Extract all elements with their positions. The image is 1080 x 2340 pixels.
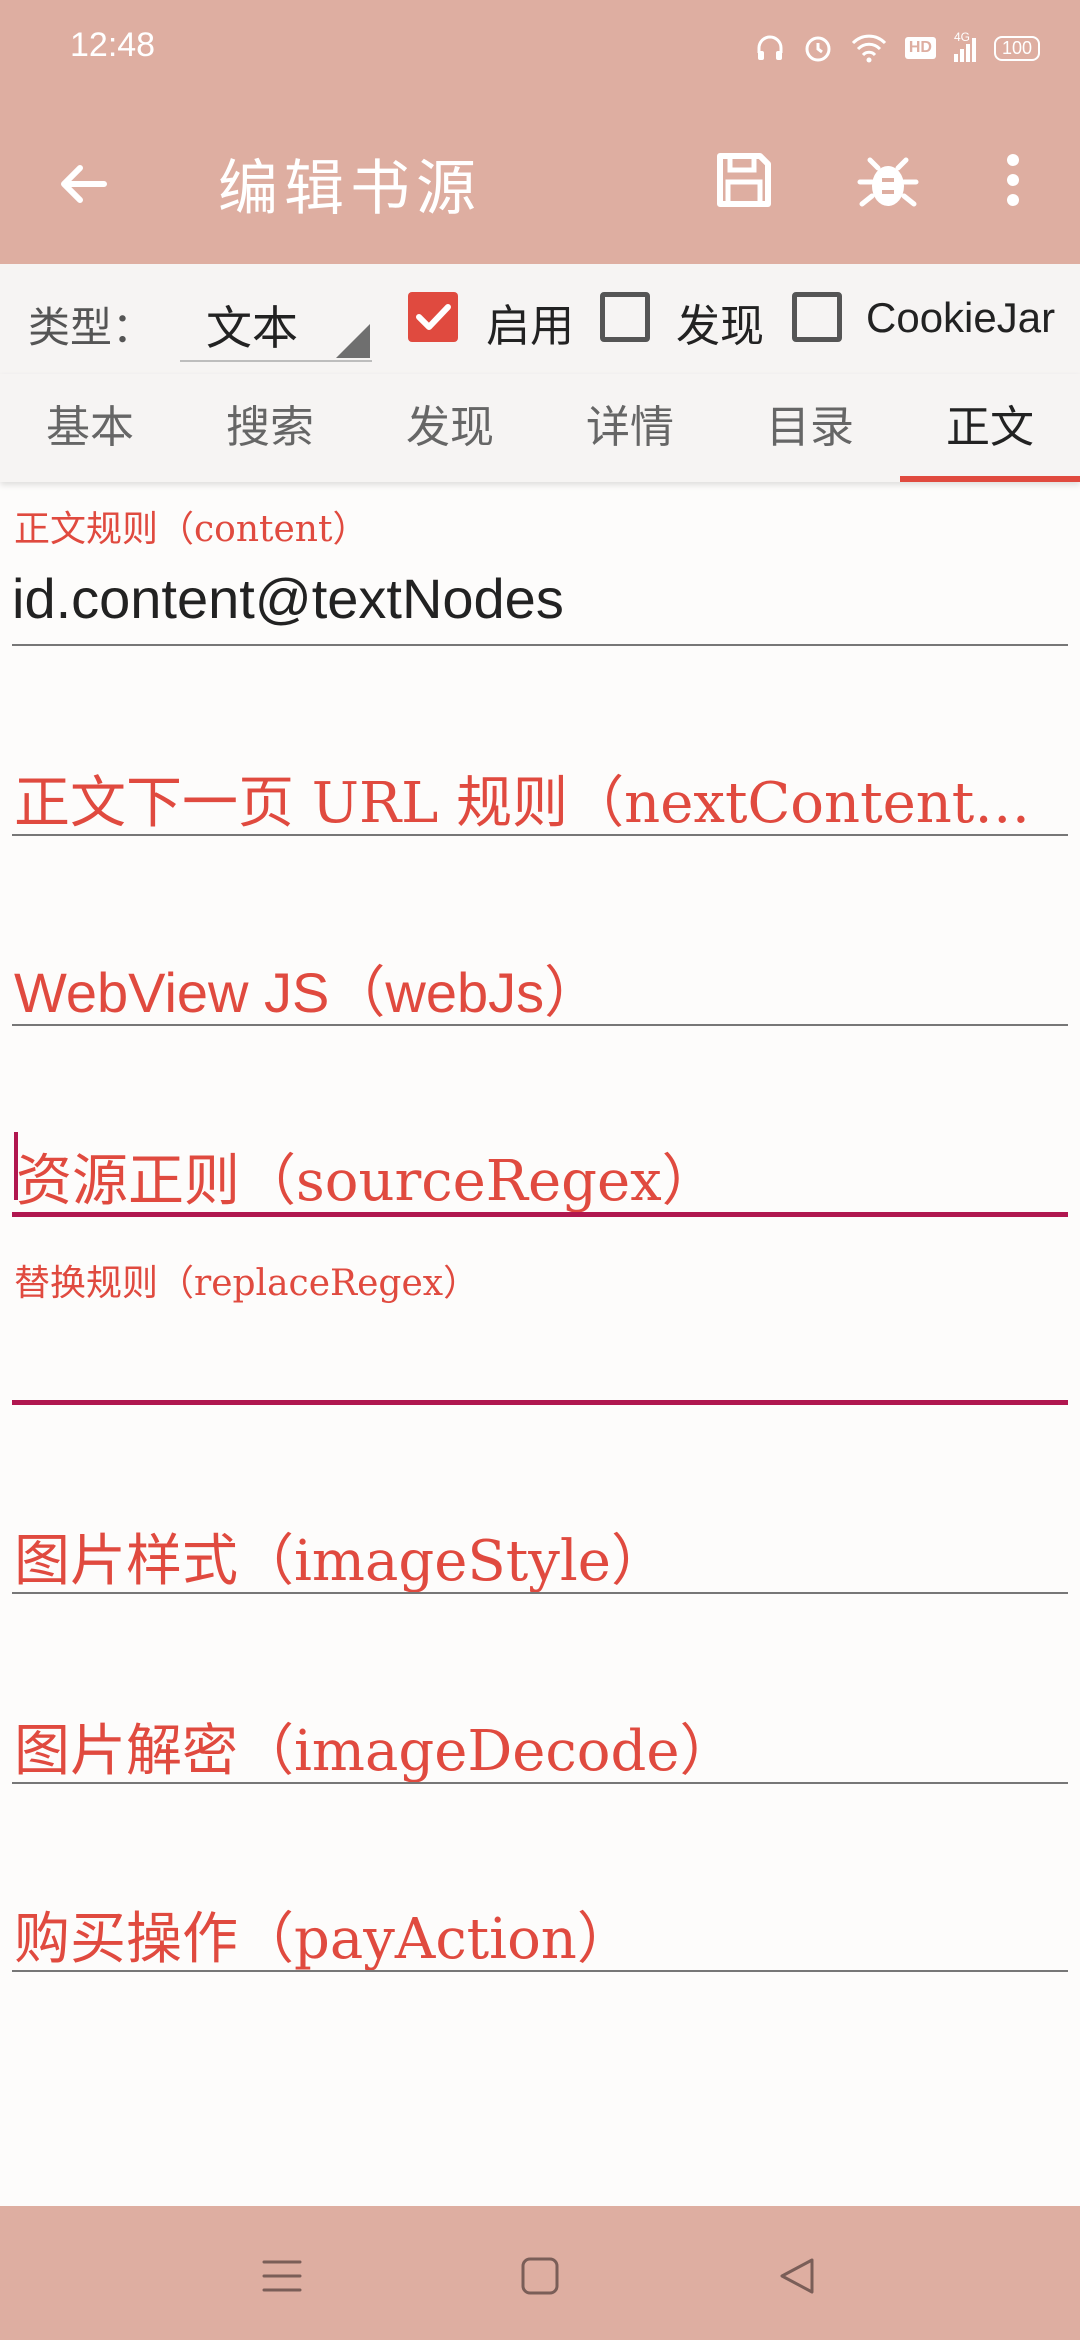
image-style-hint: 图片样式（imageStyle） <box>14 1529 667 1594</box>
content-rule-field[interactable]: 正文规则（content） id.content@textNodes <box>12 496 1068 650</box>
active-tab-indicator <box>900 476 1080 482</box>
replace-regex-label: 替换规则（replaceRegex） <box>14 1263 480 1304</box>
network-type: 4G <box>953 30 970 44</box>
app-toolbar: 编辑书源 <box>0 96 1080 264</box>
bug-icon[interactable] <box>856 148 920 212</box>
explore-label: 发现 <box>676 301 764 352</box>
save-icon[interactable] <box>712 148 776 212</box>
back-triangle-icon[interactable] <box>768 2246 828 2306</box>
status-time: 12:48 <box>70 26 156 64</box>
type-label: 类型： <box>28 303 155 352</box>
alarm-icon <box>805 36 831 62</box>
wifi-icon <box>851 34 886 63</box>
tab-basic[interactable]: 基本 <box>0 374 180 482</box>
next-content-url-underline <box>12 834 1068 836</box>
content-rule-underline <box>12 644 1068 646</box>
next-content-url-field[interactable]: 正文下一页 URL 规则（nextContent… <box>12 750 1068 840</box>
image-style-underline <box>12 1592 1068 1594</box>
content-rule-label: 正文规则（content） <box>14 509 369 550</box>
headphones-icon <box>757 35 783 60</box>
tab-content[interactable]: 正文 <box>900 374 1080 482</box>
tab-explore[interactable]: 发现 <box>360 374 540 482</box>
home-icon[interactable] <box>510 2246 570 2306</box>
pay-action-underline <box>12 1970 1068 1972</box>
enable-label: 启用 <box>486 301 574 352</box>
image-decode-field[interactable]: 图片解密（imageDecode） <box>12 1698 1068 1788</box>
type-spinner[interactable]: 文本 <box>180 280 372 362</box>
more-vert-icon[interactable] <box>990 148 1036 212</box>
cookiejar-checkbox[interactable] <box>792 292 842 342</box>
system-nav-bar <box>0 2206 1080 2340</box>
replace-regex-underline <box>12 1400 1068 1405</box>
next-content-url-hint: 正文下一页 URL 规则（nextContent… <box>14 771 1031 836</box>
type-spinner-value: 文本 <box>206 301 298 355</box>
pay-action-hint: 购买操作（payAction） <box>14 1907 633 1972</box>
source-regex-hint: 资源正则（sourceRegex） <box>16 1149 718 1214</box>
tab-detail[interactable]: 详情 <box>540 374 720 482</box>
status-icons: HD 4G 100 <box>755 28 1040 68</box>
battery-icon: 100 <box>993 35 1040 61</box>
enable-checkbox[interactable] <box>408 292 458 342</box>
status-bar: 12:48 HD 4G 100 <box>0 0 1080 96</box>
webjs-hint: WebView JS（webJs） <box>14 961 601 1024</box>
signal-icon: 4G <box>953 30 976 62</box>
tab-search[interactable]: 搜索 <box>180 374 360 482</box>
source-regex-field[interactable]: 资源正则（sourceRegex） <box>12 1128 1068 1220</box>
type-bar: 类型： 文本 启用 发现 CookieJar <box>0 264 1080 374</box>
content-rule-value: id.content@textNodes <box>12 567 564 630</box>
tab-content-label: 正文 <box>946 402 1034 453</box>
source-regex-underline <box>12 1212 1068 1217</box>
image-decode-underline <box>12 1782 1068 1784</box>
webjs-underline <box>12 1024 1068 1026</box>
menu-icon[interactable] <box>252 2246 312 2306</box>
check-icon <box>416 304 451 330</box>
hd-icon: HD <box>904 37 936 59</box>
page-title: 编辑书源 <box>218 154 482 224</box>
dropdown-triangle-icon <box>336 324 370 358</box>
tab-toc[interactable]: 目录 <box>720 374 900 482</box>
pay-action-field[interactable]: 购买操作（payAction） <box>12 1886 1068 1976</box>
webjs-field[interactable]: WebView JS（webJs） <box>12 940 1068 1030</box>
cookiejar-label: CookieJar <box>866 294 1056 341</box>
image-decode-hint: 图片解密（imageDecode） <box>14 1719 736 1784</box>
image-style-field[interactable]: 图片样式（imageStyle） <box>12 1508 1068 1598</box>
arrow-back-icon[interactable] <box>52 152 116 216</box>
explore-checkbox[interactable] <box>600 292 650 342</box>
replace-regex-field[interactable]: 替换规则（replaceRegex） <box>12 1252 1068 1408</box>
tab-bar: 基本 搜索 发现 详情 目录 正文 <box>0 374 1080 482</box>
